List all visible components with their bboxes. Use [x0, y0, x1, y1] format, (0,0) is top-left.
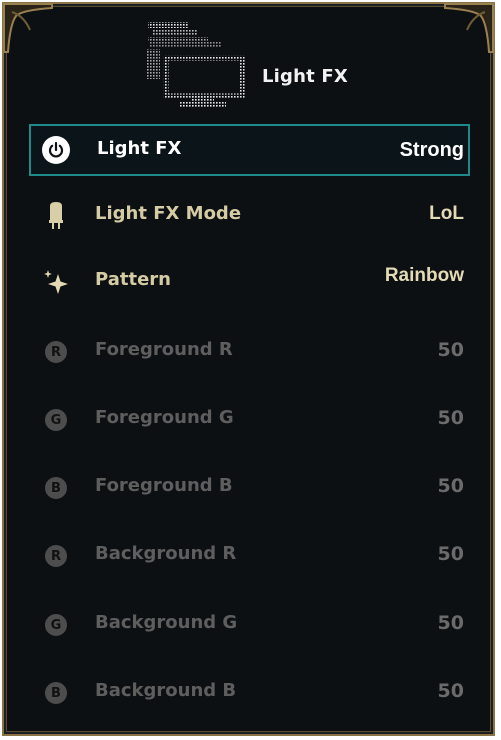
setting-foreground-g[interactable]: G Foreground G 50 — [29, 394, 470, 446]
monitor-icon — [146, 22, 245, 107]
setting-value: 50 — [437, 680, 464, 702]
setting-value: LoL — [429, 203, 464, 224]
g-badge-icon: G — [41, 611, 71, 639]
setting-value: Strong — [399, 139, 464, 161]
setting-background-b[interactable]: B Background B 50 — [29, 667, 470, 719]
setting-value: 50 — [437, 339, 464, 361]
setting-label: Foreground G — [95, 407, 234, 428]
setting-label: Light FX Mode — [95, 203, 242, 224]
setting-foreground-b[interactable]: B Foreground B 50 — [29, 462, 470, 514]
setting-light-fx-mode[interactable]: Light FX Mode LoL — [29, 190, 470, 242]
setting-value: 50 — [437, 612, 464, 634]
power-icon — [41, 136, 71, 164]
setting-foreground-r[interactable]: R Foreground R 50 — [29, 326, 470, 378]
setting-pattern[interactable]: Pattern Rainbow — [29, 256, 470, 308]
setting-label: Background G — [95, 612, 238, 633]
light-fx-panel: Light FX Light FX Strong Light FX Mode L — [2, 2, 495, 736]
g-badge-icon: G — [41, 406, 71, 434]
setting-label: Foreground B — [95, 475, 233, 496]
setting-label: Foreground R — [95, 339, 233, 360]
setting-label: Background R — [95, 543, 237, 564]
setting-label: Pattern — [95, 269, 171, 290]
r-badge-icon: R — [41, 542, 71, 570]
setting-background-g[interactable]: G Background G 50 — [29, 599, 470, 651]
candle-icon — [41, 202, 71, 230]
setting-background-r[interactable]: R Background R 50 — [29, 530, 470, 582]
setting-value: 50 — [437, 543, 464, 565]
setting-value: 50 — [437, 407, 464, 429]
page-title: Light FX — [262, 66, 348, 87]
setting-label: Light FX — [97, 138, 182, 159]
setting-light-fx[interactable]: Light FX Strong — [29, 124, 470, 176]
r-badge-icon: R — [41, 338, 71, 366]
b-badge-icon: B — [41, 679, 71, 707]
sparkle-icon — [41, 268, 71, 296]
setting-value: 50 — [437, 475, 464, 497]
b-badge-icon: B — [41, 474, 71, 502]
panel-header: Light FX — [4, 4, 493, 116]
setting-value: Rainbow — [384, 265, 464, 286]
setting-label: Background B — [95, 680, 237, 701]
